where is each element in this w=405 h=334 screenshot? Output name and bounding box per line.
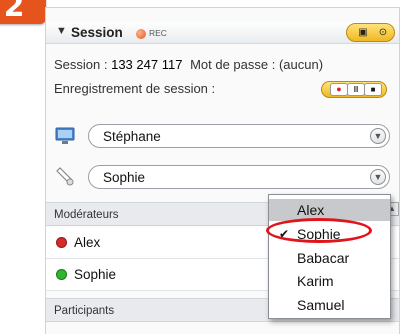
collapse-arrow-icon[interactable]: ▼ [56,25,67,37]
chevron-down-icon[interactable]: ▼ [370,128,386,144]
moderator-name: Alex [74,235,101,250]
pod-header: ▼ Session REC ▣ ⊙ [46,22,399,44]
recording-label: Enregistrement de session : [54,81,216,96]
recording-indicator-icon [136,29,146,39]
control-select-value: Sophie [103,170,146,185]
user-dropdown-menu: Alex ✔ Sophie Babacar Karim Samuel [268,194,391,319]
presenter-select-value: Stéphane [103,129,161,144]
camera-icon[interactable]: ▣ [354,26,372,39]
stop-button[interactable]: ■ [364,83,382,96]
moderator-name: Sophie [74,267,117,282]
pause-button[interactable]: ll [347,83,365,96]
pod-header-controls: ▣ ⊙ [346,23,395,42]
moderators-header-label: Modérateurs [54,209,119,221]
step-number: 2 [3,0,25,24]
control-select[interactable]: Sophie ▼ [88,165,390,189]
dropdown-item[interactable]: Samuel [269,294,390,316]
session-id-value: 133 247 117 [111,57,183,72]
pointer-icon [56,167,74,186]
monitor-icon [55,127,75,144]
record-button[interactable]: ● [330,83,348,96]
recording-controls: ● ll ■ [321,81,387,98]
chevron-down-icon[interactable]: ▼ [370,169,386,185]
dropdown-item-label: Karim [297,273,334,289]
dropdown-item[interactable]: Babacar [269,247,390,269]
status-dot-icon [56,269,67,280]
rec-label: REC [149,28,167,38]
session-id-label: Session : [54,57,112,72]
session-info-line: Session : 133 247 117 Mot de passe : (au… [54,57,323,72]
step-number-badge: 2 [0,0,46,24]
dropdown-item[interactable]: Karim [269,270,390,292]
presenter-select[interactable]: Stéphane ▼ [88,124,390,148]
dropdown-item-label: Samuel [297,297,345,313]
options-circle-icon[interactable]: ⊙ [374,26,392,39]
pod-title: Session [71,25,123,40]
status-dot-icon [56,237,67,248]
session-password-label: Mot de passe : (aucun) [190,57,324,72]
dropdown-item-label: Babacar [297,250,350,266]
participants-header-label: Participants [54,305,115,317]
highlight-ellipse [266,218,372,243]
